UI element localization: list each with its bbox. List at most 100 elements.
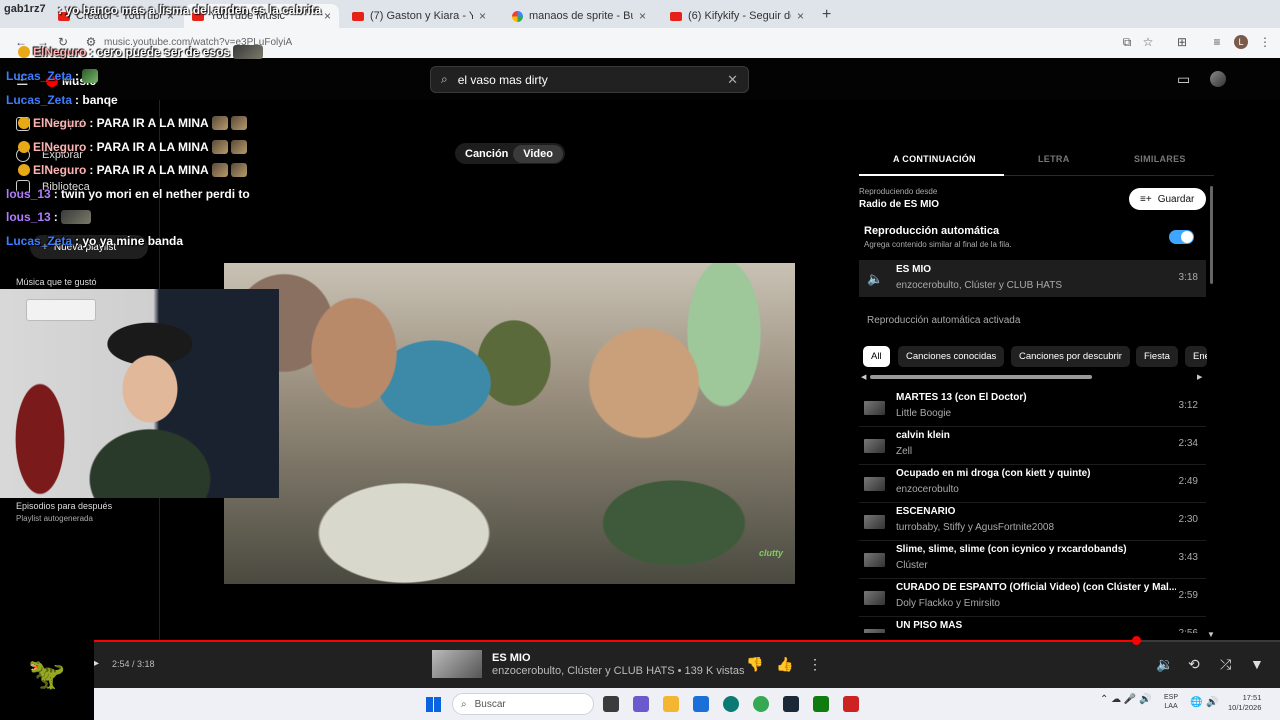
account-avatar[interactable] <box>1210 71 1226 87</box>
filter-chip[interactable]: Fiesta <box>1136 346 1178 367</box>
bookmark-star-icon[interactable]: ☆ <box>1141 35 1155 49</box>
chat-message: Lucas_Zeta: yo ya mine banda <box>6 234 183 248</box>
queue-item[interactable]: Ocupado en mi droga (con kiett y quinte)… <box>859 465 1206 503</box>
chat-text: : PARA IR A LA MINA <box>89 163 209 177</box>
filter-chip[interactable]: Ene <box>1185 346 1207 367</box>
browser-tab[interactable]: (6) Kifykify - Seguir de largo X d × <box>662 4 812 28</box>
search-input[interactable]: ⌕ el vaso mas dirty ✕ <box>430 66 749 93</box>
taskbar-search[interactable]: ⌕ Buscar <box>452 693 594 715</box>
player-meta[interactable]: enzocerobulto, Clúster y CLUB HATS • 139… <box>492 665 744 677</box>
clock-time: 17:51 <box>1242 693 1262 702</box>
network-icon[interactable]: 🌐 <box>1190 697 1202 708</box>
like-icon[interactable]: 👍 <box>776 656 793 673</box>
episodes-subtitle: Playlist autogenerada <box>16 514 93 523</box>
close-tab-icon[interactable]: × <box>324 9 331 23</box>
chrome-icon[interactable] <box>753 696 769 712</box>
cast-icon[interactable]: ▭ <box>1177 71 1190 88</box>
chat-emote-icon <box>230 140 247 154</box>
episodes-title[interactable]: Episodios para después <box>16 501 112 511</box>
extensions-icon[interactable]: ⊞ <box>1175 35 1189 49</box>
queue-item[interactable]: calvin klein Zell 2:34 <box>859 427 1206 465</box>
filter-chip[interactable]: Canciones por descubrir <box>1011 346 1130 367</box>
video-option[interactable]: Video <box>513 144 563 163</box>
browser-tab[interactable]: manaos de sprite - Buscar con G × <box>504 4 654 28</box>
store-icon[interactable] <box>693 696 709 712</box>
file-explorer-icon[interactable] <box>663 696 679 712</box>
chat-text: : twin yo mori en el nether perdi to <box>53 187 250 201</box>
queue-thumbnail <box>864 439 885 453</box>
playing-from-source[interactable]: Radio de ES MIO <box>859 199 939 210</box>
clear-search-icon[interactable]: ✕ <box>727 72 738 88</box>
chat-message: ElNeguro: PARA IR A LA MINA <box>18 140 247 154</box>
chat-emote-icon <box>211 140 228 154</box>
repeat-icon[interactable]: ⟲ <box>1188 656 1200 673</box>
progress-knob[interactable] <box>1132 636 1141 645</box>
close-tab-icon[interactable]: × <box>797 9 804 23</box>
keyboard-language[interactable]: ESP LAA <box>1164 693 1178 711</box>
chat-emote-icon <box>82 69 99 83</box>
chip-scrollbar[interactable] <box>870 375 1092 379</box>
chip-scroll-left-icon[interactable]: ◀ <box>861 373 866 381</box>
queue-item[interactable]: UN PISO MÁS 2:56 <box>859 617 1206 633</box>
next-icon[interactable]: ▸ <box>94 658 99 669</box>
browser-tab[interactable]: (7) Gaston y Kiara - YouTube × <box>344 4 494 28</box>
reading-list-icon[interactable]: ≡ <box>1210 35 1224 49</box>
volume-icon[interactable]: 🔉 <box>1156 656 1173 673</box>
queue-artist: Doly Flackko y Emirsito <box>896 598 1000 609</box>
chat-message: lous_13: twin yo mori en el nether perdi… <box>6 187 250 201</box>
queue-item[interactable]: Slime, slime, slime (con icynico y rxcar… <box>859 541 1206 579</box>
close-tab-icon[interactable]: × <box>639 9 646 23</box>
queue-item[interactable]: CURADO DE ESPANTO (Official Video) (con … <box>859 579 1206 617</box>
queue-item[interactable]: MARTES 13 (con El Doctor) Little Boogie 3:… <box>859 389 1206 427</box>
song-option[interactable]: Canción <box>465 148 508 160</box>
browser-menu-icon[interactable]: ⋮ <box>1258 35 1272 49</box>
system-tray-icons[interactable]: ⌃ ☁ 🎤 🔊 <box>1100 694 1152 705</box>
expand-player-icon[interactable]: ▼ <box>1250 656 1264 672</box>
player-thumbnail[interactable] <box>432 650 482 678</box>
edge-icon[interactable] <box>723 696 739 712</box>
queue-title: CURADO DE ESPANTO (Official Video) (con … <box>896 582 1176 593</box>
playing-from-label: Reproduciendo desde <box>859 187 938 196</box>
tab-lyrics[interactable]: LETRA <box>1038 154 1070 164</box>
game-icon[interactable] <box>843 696 859 712</box>
more-options-icon[interactable]: ⋮ <box>808 656 822 673</box>
filter-chip[interactable]: All <box>863 346 890 367</box>
autoplay-title: Reproducción automática <box>864 225 1000 237</box>
song-video-switch[interactable]: Canción Video <box>455 143 565 164</box>
queue-title: Slime, slime, slime (con icynico y rxcar… <box>896 544 1127 555</box>
dislike-icon[interactable]: 👎 <box>746 656 763 673</box>
active-tab-indicator <box>859 174 1004 176</box>
chat-emote-icon <box>211 163 228 177</box>
chat-message: Lucas_Zeta: banqe <box>6 93 118 107</box>
profile-avatar[interactable]: L <box>1234 35 1248 49</box>
chat-username: ElNeguro <box>33 140 87 154</box>
xbox-icon[interactable] <box>813 696 829 712</box>
sound-icon[interactable]: 🔊 <box>1206 697 1218 708</box>
install-app-icon[interactable]: ⧉ <box>1120 35 1134 49</box>
tab-up-next[interactable]: A CONTINUACIÓN <box>893 154 976 164</box>
panel-scrollbar[interactable] <box>1210 186 1213 284</box>
autoplay-toggle[interactable] <box>1169 230 1194 244</box>
filter-chip[interactable]: Canciones conocidas <box>898 346 1005 367</box>
now-playing-title: ES MIO <box>896 264 932 275</box>
tab-related[interactable]: SIMILARES <box>1134 154 1186 164</box>
queue-item[interactable]: ESCENARIO turrobaby, Stiffy y AgusFortnit… <box>859 503 1206 541</box>
steam-icon[interactable] <box>783 696 799 712</box>
save-queue-button[interactable]: ≡+ Guardar <box>1129 188 1206 210</box>
taskbar-clock[interactable]: 17:51 10/1/2026 <box>1228 693 1261 713</box>
liked-music-title[interactable]: Música que te gustó <box>16 277 97 287</box>
air-conditioner <box>26 299 96 321</box>
now-playing-row[interactable]: 🔈 ES MIO enzocerobulto, Clúster y CLUB H… <box>859 260 1206 297</box>
chip-scroll-right-icon[interactable]: ▶ <box>1197 373 1202 381</box>
player-title[interactable]: ES MIO <box>492 652 531 664</box>
queue-title: UN PISO MÁS <box>896 620 963 631</box>
close-tab-icon[interactable]: × <box>479 9 486 23</box>
windows-start-icon[interactable] <box>426 697 441 712</box>
new-tab-button[interactable]: + <box>822 6 831 24</box>
task-view-icon[interactable] <box>603 696 619 712</box>
copilot-icon[interactable] <box>633 696 649 712</box>
scroll-down-icon[interactable]: ▼ <box>1207 630 1215 639</box>
video-player[interactable]: clutty <box>224 263 795 584</box>
shuffle-icon[interactable]: ⤮ <box>1220 656 1231 673</box>
queue-duration: 2:34 <box>1178 438 1198 449</box>
